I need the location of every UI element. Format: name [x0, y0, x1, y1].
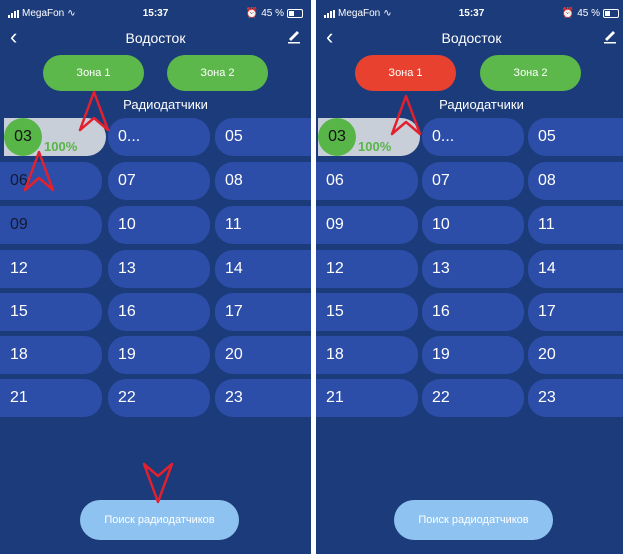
sensor-tile[interactable]: 10: [422, 206, 524, 244]
sensor-tile[interactable]: 05: [215, 118, 311, 156]
battery-icon: [603, 9, 619, 18]
pencil-icon[interactable]: [603, 28, 617, 49]
pencil-icon[interactable]: [287, 28, 301, 49]
sensor-tile[interactable]: 06: [316, 162, 418, 200]
arrow-up-icon: [390, 94, 422, 136]
search-sensors-button[interactable]: Поиск радиодатчиков: [80, 500, 239, 540]
sensor-tile[interactable]: 21: [316, 379, 418, 417]
sensor-tile[interactable]: 0...: [108, 118, 210, 156]
phone-screen-right: MegaFon ∿ 15:37 ⏰ 45 % ‹ Водосток Зона 1…: [316, 0, 623, 554]
arrow-up-icon: [23, 150, 55, 192]
search-sensors-button[interactable]: Поиск радиодатчиков: [394, 500, 553, 540]
zone-1-button[interactable]: Зона 1: [43, 55, 144, 91]
sensor-tile[interactable]: 09: [0, 206, 102, 244]
sensor-signal-percent: 100%: [358, 139, 392, 154]
navigation-bar: ‹ Водосток: [316, 26, 623, 52]
sensor-tile[interactable]: 14: [528, 250, 623, 288]
sensor-tile[interactable]: 16: [108, 293, 210, 331]
status-bar: MegaFon ∿ 15:37 ⏰ 45 %: [316, 0, 623, 24]
sensor-tile[interactable]: 07: [108, 162, 210, 200]
alarm-icon: ⏰: [561, 8, 575, 19]
sensor-tile[interactable]: 11: [528, 206, 623, 244]
sensor-tile[interactable]: 15: [0, 293, 102, 331]
sensor-tile[interactable]: 22: [108, 379, 210, 417]
zone-2-button[interactable]: Зона 2: [480, 55, 581, 91]
navigation-bar: ‹ Водосток: [0, 26, 311, 52]
sensor-tile[interactable]: 16: [422, 293, 524, 331]
sensor-tile[interactable]: 23: [215, 379, 311, 417]
page-title: Водосток: [125, 30, 186, 46]
sensor-tile[interactable]: 17: [528, 293, 623, 331]
page-title: Водосток: [441, 30, 502, 46]
sensor-tile[interactable]: 19: [108, 336, 210, 374]
sensor-tile[interactable]: 11: [215, 206, 311, 244]
sensor-number-badge: 03: [318, 118, 356, 156]
arrow-down-icon: [142, 462, 174, 504]
sensor-tile[interactable]: 15: [316, 293, 418, 331]
zone-1-button[interactable]: Зона 1: [355, 55, 456, 91]
battery-percent: 45 %: [577, 8, 600, 19]
sensor-tile[interactable]: 14: [215, 250, 311, 288]
sensor-tile[interactable]: 05: [528, 118, 623, 156]
battery-group: ⏰ 45 %: [562, 8, 619, 19]
sensor-tile[interactable]: 20: [215, 336, 311, 374]
sensor-tile[interactable]: 19: [422, 336, 524, 374]
battery-icon: [287, 9, 303, 18]
sensor-tile[interactable]: 08: [215, 162, 311, 200]
sensor-tile[interactable]: 20: [528, 336, 623, 374]
section-title: Радиодатчики: [439, 97, 524, 112]
phone-screen-left: MegaFon ∿ 15:37 ⏰ 45 % ‹ Водосток Зона 1…: [0, 0, 311, 554]
sensor-tile[interactable]: 07: [422, 162, 524, 200]
section-title: Радиодатчики: [123, 97, 208, 112]
sensor-tile[interactable]: 13: [422, 250, 524, 288]
alarm-icon: ⏰: [245, 8, 259, 19]
battery-percent: 45 %: [261, 8, 284, 19]
sensor-tile[interactable]: 18: [0, 336, 102, 374]
sensor-tile[interactable]: 10: [108, 206, 210, 244]
sensor-tile[interactable]: 21: [0, 379, 102, 417]
sensor-tile[interactable]: 09: [316, 206, 418, 244]
battery-group: ⏰ 45 %: [246, 8, 303, 19]
sensor-tile[interactable]: 12: [316, 250, 418, 288]
arrow-up-icon: [78, 90, 110, 132]
sensor-tile[interactable]: 18: [316, 336, 418, 374]
sensor-tile[interactable]: 23: [528, 379, 623, 417]
zone-2-button[interactable]: Зона 2: [167, 55, 268, 91]
sensor-tile[interactable]: 17: [215, 293, 311, 331]
sensor-tile[interactable]: 08: [528, 162, 623, 200]
status-bar: MegaFon ∿ 15:37 ⏰ 45 %: [0, 0, 311, 24]
sensor-tile[interactable]: 13: [108, 250, 210, 288]
sensor-tile[interactable]: 0...: [422, 118, 524, 156]
sensor-tile[interactable]: 22: [422, 379, 524, 417]
sensor-tile[interactable]: 12: [0, 250, 102, 288]
